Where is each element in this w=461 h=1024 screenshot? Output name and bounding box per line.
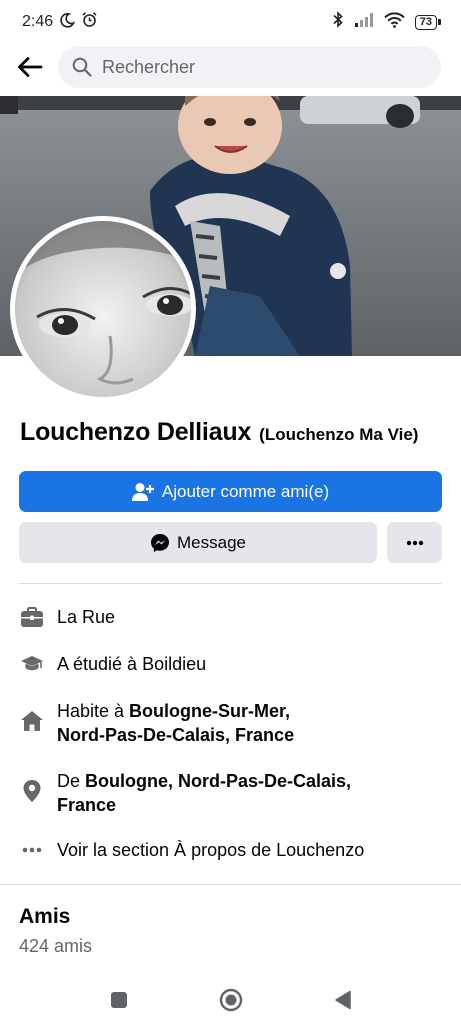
add-friend-button[interactable]: Ajouter comme ami(e) <box>19 471 442 512</box>
search-placeholder: Rechercher <box>102 56 196 77</box>
graduation-cap-icon <box>19 652 45 676</box>
detail-work[interactable]: La Rue <box>19 605 441 629</box>
see-about-link[interactable]: Voir la section À propos de Louchenzo <box>57 838 364 862</box>
system-nav-bar <box>0 976 461 1024</box>
detail-lives-prefix: Habite à <box>57 701 130 721</box>
detail-work-text: La Rue <box>57 607 116 627</box>
more-horizontal-icon <box>406 540 423 545</box>
profile-alternate-name: (Louchenzo Ma Vie) <box>259 425 419 444</box>
profile-name: Louchenzo Delliaux <box>20 418 252 446</box>
detail-from[interactable]: De Boulogne, Nord-Pas-De-Calais, France <box>19 769 441 817</box>
add-friend-label: Ajouter comme ami(e) <box>161 481 330 501</box>
status-left: 2:46 <box>22 11 98 33</box>
detail-lives-in[interactable]: Habite à Boulogne-Sur-Mer, Nord-Pas-De-C… <box>19 699 441 747</box>
battery-level: 73 <box>414 14 437 30</box>
status-bar: 2:46 73 <box>0 0 461 44</box>
detail-from-place-line1: Boulogne, Nord-Pas-De-Calais, <box>85 771 352 791</box>
more-options-button[interactable] <box>387 522 442 563</box>
top-bar: Rechercher <box>0 44 461 90</box>
home-nav-button[interactable] <box>216 985 246 1015</box>
home-icon <box>19 709 45 733</box>
back-button[interactable] <box>12 49 48 85</box>
search-icon <box>72 57 92 77</box>
friends-count: 424 amis <box>19 936 93 956</box>
status-time: 2:46 <box>22 13 54 30</box>
detail-from-place-line2: France <box>57 795 117 815</box>
messenger-icon <box>151 533 169 552</box>
detail-lives-place-line1: Boulogne-Sur-Mer, <box>129 701 291 721</box>
recent-apps-icon <box>110 992 127 1008</box>
message-button[interactable]: Message <box>19 522 377 563</box>
moon-icon <box>59 12 76 33</box>
message-label: Message <box>177 532 246 552</box>
alarm-icon <box>81 11 98 33</box>
bluetooth-icon <box>332 11 344 33</box>
detail-from-prefix: De <box>57 771 86 791</box>
wifi-icon <box>384 11 405 33</box>
detail-education[interactable]: A étudié à Boildieu <box>19 652 441 676</box>
detail-lives-in-text: Habite à Boulogne-Sur-Mer, Nord-Pas-De-C… <box>57 699 294 747</box>
home-circle-icon <box>219 988 242 1012</box>
signal-icon <box>354 12 374 32</box>
back-nav-button[interactable] <box>328 985 358 1015</box>
search-input[interactable]: Rechercher <box>58 46 441 88</box>
profile-picture-frame[interactable] <box>10 216 196 402</box>
section-divider <box>19 583 442 584</box>
recent-apps-button[interactable] <box>104 985 134 1015</box>
briefcase-icon <box>19 605 45 629</box>
detail-education-text: A étudié à Boildieu <box>57 654 207 674</box>
status-right: 73 <box>332 11 441 33</box>
profile-picture[interactable] <box>15 221 191 397</box>
profile-name-row: Louchenzo Delliaux (Louchenzo Ma Vie) <box>20 418 447 447</box>
detail-lives-place-line2: Nord-Pas-De-Calais, France <box>57 725 295 745</box>
back-arrow-icon <box>18 57 43 77</box>
location-pin-icon <box>19 779 45 803</box>
section-divider-friends <box>0 884 461 885</box>
battery-icon: 73 <box>414 14 441 30</box>
detail-see-about[interactable]: Voir la section À propos de Louchenzo <box>19 838 441 862</box>
add-friend-icon <box>131 482 154 501</box>
back-triangle-icon <box>334 990 351 1010</box>
friends-section-title: Amis <box>19 905 71 928</box>
detail-from-text: De Boulogne, Nord-Pas-De-Calais, France <box>57 769 351 817</box>
more-dots-icon <box>19 838 45 862</box>
